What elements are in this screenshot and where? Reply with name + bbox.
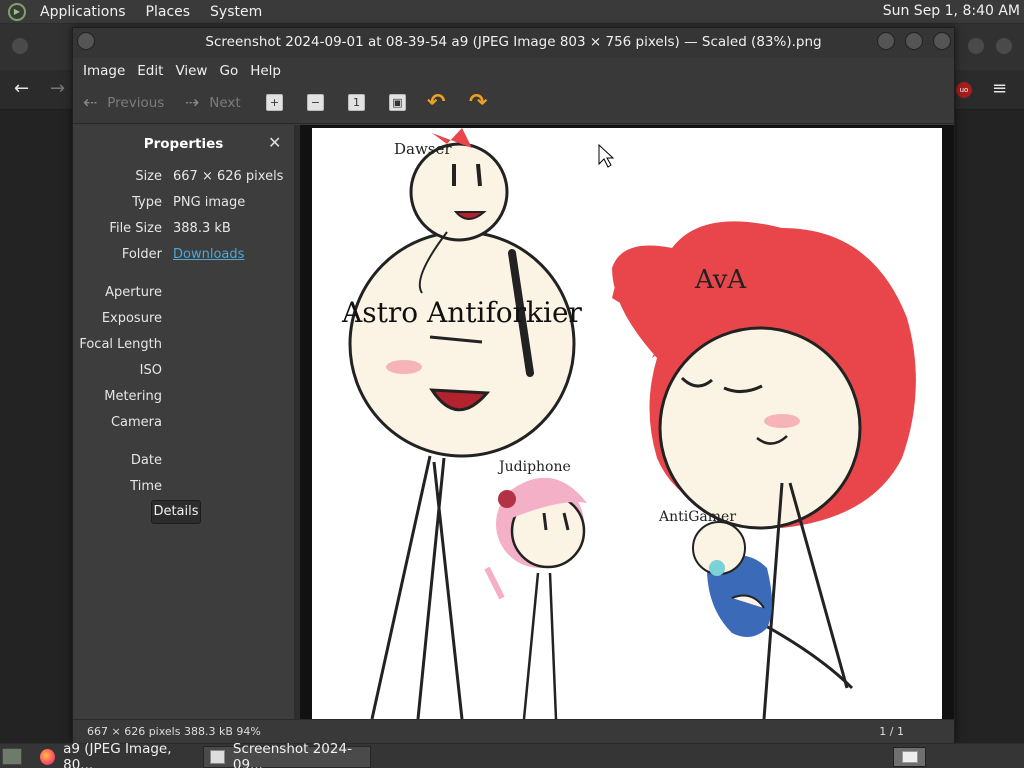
menu-system[interactable]: System: [204, 4, 268, 20]
label-antigamer: AntiGamer: [658, 509, 736, 525]
mouse-cursor-icon: [598, 143, 615, 168]
property-row: Time: [73, 479, 294, 499]
previous-label: Previous: [107, 95, 165, 111]
property-key: Camera: [110, 415, 162, 430]
property-key: Exposure: [101, 311, 162, 326]
status-info: 667 × 626 pixels 388.3 kB 94%: [87, 725, 261, 738]
menubar: Image Edit View Go Help: [73, 58, 954, 84]
property-key: Size: [135, 169, 162, 184]
image-view[interactable]: Dawser Astro Antiforkier AvA Judiphone A…: [300, 125, 954, 719]
minimize-icon[interactable]: [968, 38, 984, 54]
menu-applications[interactable]: Applications: [34, 4, 132, 20]
close-sidebar-icon[interactable]: ✕: [268, 133, 281, 152]
close-icon[interactable]: [996, 38, 1012, 54]
arrow-left-icon: ⇠: [83, 93, 98, 113]
workspace-switcher[interactable]: [893, 747, 926, 767]
rotate-left-icon[interactable]: ↶: [427, 90, 445, 115]
image-viewer-icon: [210, 750, 225, 764]
minimize-icon[interactable]: [877, 32, 895, 50]
browser-tab-icon: [12, 38, 28, 54]
next-button[interactable]: ⇢ Next: [185, 93, 241, 113]
show-desktop-icon[interactable]: [2, 748, 22, 765]
property-value: 667 × 626 pixels: [173, 169, 284, 184]
menu-image[interactable]: Image: [77, 63, 131, 79]
property-row: Type PNG image: [73, 195, 294, 215]
property-key: Date: [130, 453, 162, 468]
label-ava: AvA: [694, 265, 747, 295]
zoom-out-icon[interactable]: −: [307, 94, 324, 111]
next-label: Next: [209, 95, 241, 111]
gnome-foot-icon[interactable]: ▶: [8, 2, 26, 21]
label-dawser: Dawser: [394, 140, 452, 158]
menu-go[interactable]: Go: [213, 63, 244, 79]
statusbar: 667 × 626 pixels 388.3 kB 94% 1 / 1: [73, 719, 954, 743]
workspace-window-thumb: [902, 751, 918, 763]
properties-sidebar: Properties ✕ Size 667 × 626 pixels Type …: [73, 125, 294, 719]
sidebar-title: Properties: [143, 136, 224, 152]
close-icon[interactable]: [933, 32, 951, 50]
property-key: Focal Length: [79, 337, 162, 352]
menu-edit[interactable]: Edit: [131, 63, 169, 79]
toolbar: ⇠ Previous ⇢ Next + − 1 ▣ ↶ ↷: [73, 84, 954, 124]
task-label: a9 (JPEG Image, 80...: [63, 741, 172, 768]
label-judiphone: Judiphone: [497, 459, 571, 475]
window-title: Screenshot 2024-09-01 at 08-39-54 a9 (JP…: [205, 34, 822, 50]
property-key: Type: [132, 195, 162, 210]
rotate-right-icon[interactable]: ↷: [469, 90, 487, 115]
property-key: Metering: [104, 389, 162, 404]
property-row: Size 667 × 626 pixels: [73, 169, 294, 189]
property-row: ISO: [73, 363, 294, 383]
property-key: ISO: [139, 363, 162, 378]
ublock-icon[interactable]: uo: [956, 82, 972, 98]
previous-button[interactable]: ⇠ Previous: [83, 93, 164, 113]
details-button[interactable]: Details: [151, 500, 201, 524]
menu-view[interactable]: View: [169, 63, 213, 79]
property-key: Time: [130, 479, 162, 494]
forward-arrow-icon[interactable]: →: [50, 78, 65, 99]
property-value: 388.3 kB: [173, 221, 231, 236]
bottom-panel: a9 (JPEG Image, 80... Screenshot 2024-09…: [0, 741, 1024, 768]
property-row: Camera: [73, 415, 294, 435]
property-row: Focal Length: [73, 337, 294, 357]
arrow-right-icon: ⇢: [185, 93, 200, 113]
label-astro: Astro Antiforkier: [341, 296, 583, 329]
folder-link[interactable]: Downloads: [173, 247, 244, 262]
zoom-normal-icon[interactable]: 1: [348, 94, 365, 111]
status-page: 1 / 1: [879, 725, 904, 738]
hamburger-menu-icon[interactable]: ≡: [992, 78, 1007, 99]
window-titlebar[interactable]: Screenshot 2024-09-01 at 08-39-54 a9 (JP…: [73, 28, 954, 58]
cartoon-drawing: Dawser Astro Antiforkier AvA Judiphone A…: [341, 128, 916, 719]
maximize-icon[interactable]: [905, 32, 923, 50]
top-panel: ▶ Applications Places System Sun Sep 1, …: [0, 0, 1024, 24]
zoom-in-icon[interactable]: +: [266, 94, 283, 111]
property-row: Metering: [73, 389, 294, 409]
property-key: Aperture: [105, 285, 162, 300]
property-key: File Size: [109, 221, 162, 236]
property-row: Aperture: [73, 285, 294, 305]
displayed-image: Dawser Astro Antiforkier AvA Judiphone A…: [312, 128, 942, 719]
sidebar-header: Properties ✕: [73, 125, 294, 163]
taskbar-item-firefox[interactable]: a9 (JPEG Image, 80...: [34, 741, 198, 768]
property-key: Folder: [121, 247, 162, 262]
best-fit-icon[interactable]: ▣: [389, 94, 406, 111]
property-row: Folder Downloads: [73, 247, 294, 267]
clock[interactable]: Sun Sep 1, 8:40 AM: [883, 3, 1020, 19]
task-label: Screenshot 2024-09...: [232, 741, 352, 768]
property-row: Exposure: [73, 311, 294, 331]
menu-places[interactable]: Places: [140, 4, 197, 20]
taskbar-item-image-viewer[interactable]: Screenshot 2024-09...: [203, 741, 371, 768]
back-arrow-icon[interactable]: ←: [14, 78, 29, 99]
property-row: File Size 388.3 kB: [73, 221, 294, 241]
menu-help[interactable]: Help: [244, 63, 287, 79]
property-row: Date: [73, 453, 294, 473]
firefox-icon: [40, 749, 56, 765]
image-viewer-window: Screenshot 2024-09-01 at 08-39-54 a9 (JP…: [72, 27, 955, 743]
property-value: PNG image: [173, 195, 246, 210]
